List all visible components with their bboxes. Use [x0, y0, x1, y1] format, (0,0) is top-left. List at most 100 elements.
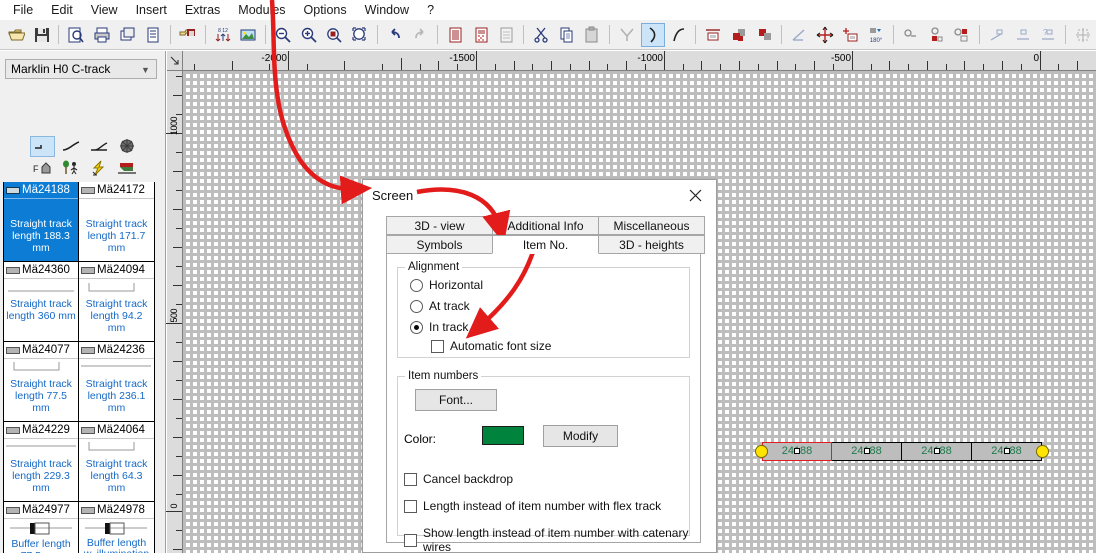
menu-item-options[interactable]: Options	[295, 1, 356, 19]
straight-track-icon[interactable]	[30, 135, 55, 157]
curve-track-icon[interactable]	[58, 136, 83, 157]
track-segment[interactable]: 24188	[762, 441, 832, 461]
align-icon[interactable]	[839, 23, 863, 47]
track-item-24978[interactable]: Mä24978 Buffer length w. illumination le…	[79, 502, 155, 553]
label-icon[interactable]	[701, 23, 725, 47]
copy-icon[interactable]	[555, 23, 579, 47]
report-icon[interactable]	[141, 23, 165, 47]
redo-icon[interactable]	[409, 23, 433, 47]
measure-icon[interactable]	[787, 23, 811, 47]
list-icon[interactable]	[443, 23, 467, 47]
menu-item-edit[interactable]: Edit	[42, 1, 82, 19]
save-icon[interactable]	[30, 23, 54, 47]
track-item-24977[interactable]: Mä24977 Buffer length 77.5 mm	[3, 502, 79, 553]
checkbox-icon[interactable]	[404, 472, 417, 486]
track-assembly[interactable]: 24188 24188 24188 24188	[755, 441, 1049, 461]
flex-track-icon[interactable]	[641, 22, 665, 47]
track-item-24360[interactable]: Mä24360 Straight track length 360 mm	[3, 262, 79, 342]
node-red-icon[interactable]	[925, 23, 949, 47]
turnout-icon[interactable]	[615, 23, 639, 47]
tab-additional-info[interactable]: Additional Info	[492, 216, 599, 235]
decoration-icon[interactable]	[114, 158, 139, 179]
radio-icon[interactable]	[410, 299, 423, 313]
tab-3d-view[interactable]: 3D - view	[386, 216, 493, 235]
track-item-24236[interactable]: Mä24236 Straight track length 236.1 mm	[79, 342, 155, 422]
height-flat-icon[interactable]	[1011, 23, 1035, 47]
paste-icon[interactable]	[581, 23, 605, 47]
turnout-icon[interactable]	[86, 136, 111, 157]
track-segment[interactable]: 24188	[902, 441, 972, 461]
radio-horizontal[interactable]: Horizontal	[410, 278, 483, 292]
node-square-icon[interactable]	[951, 23, 975, 47]
radio-in-track[interactable]: In track	[410, 320, 468, 334]
menu-item-modules[interactable]: Modules	[229, 1, 294, 19]
track-item-24077[interactable]: Mä24077 Straight track length 77.5 mm	[3, 342, 79, 422]
snap-icon[interactable]	[1071, 23, 1095, 47]
tab-symbols[interactable]: Symbols	[386, 235, 493, 254]
track-item-24064[interactable]: Mä24064 Straight track length 64.3 mm	[79, 422, 155, 502]
building-icon[interactable]: F	[30, 158, 55, 179]
radio-icon-selected[interactable]	[410, 320, 423, 334]
menu-item-insert[interactable]: Insert	[127, 1, 176, 19]
checkbox-length-instead-catenary[interactable]: Show length instead of item number with …	[404, 526, 689, 553]
picture-icon[interactable]	[236, 23, 260, 47]
list-checker-icon[interactable]	[469, 23, 493, 47]
checkbox-icon[interactable]	[404, 533, 417, 547]
font-button[interactable]: Font...	[415, 389, 497, 411]
track-item-24188[interactable]: Mä24188 Straight track length 188.3 mm	[3, 182, 79, 262]
open-icon[interactable]	[4, 23, 28, 47]
connect-icon[interactable]	[899, 23, 923, 47]
library-select[interactable]: Marklin H0 C-track ▼	[5, 59, 157, 79]
menu-item-extras[interactable]: Extras	[176, 1, 229, 19]
radio-at-track[interactable]: At track	[410, 299, 470, 313]
checkbox-cancel-backdrop[interactable]: Cancel backdrop	[404, 472, 513, 486]
rotate180-icon[interactable]: 180°	[864, 23, 888, 47]
curve-icon[interactable]	[667, 23, 691, 47]
print-icon[interactable]	[90, 23, 114, 47]
menu-item-view[interactable]: View	[82, 1, 127, 19]
close-icon[interactable]	[674, 180, 716, 210]
track-handle[interactable]	[794, 448, 800, 454]
radio-icon[interactable]	[410, 278, 423, 292]
screen-settings-dialog[interactable]: Screen 3D - view Additional Info Miscell…	[362, 179, 717, 553]
page-icon[interactable]	[495, 23, 519, 47]
track-item-24094[interactable]: Mä24094 Straight track length 94.2 mm	[79, 262, 155, 342]
ruler-origin-corner[interactable]	[167, 51, 183, 71]
checkbox-icon[interactable]	[431, 339, 444, 353]
undo-icon[interactable]	[383, 23, 407, 47]
track-handle[interactable]	[933, 448, 940, 454]
tab-3d-heights[interactable]: 3D - heights	[598, 235, 705, 254]
track-endpoint-node-left[interactable]	[755, 444, 768, 458]
modify-button[interactable]: Modify	[543, 425, 618, 447]
sort-icon[interactable]: 8 12	[211, 23, 235, 47]
zoom-selection-icon[interactable]	[323, 23, 347, 47]
tab-item-no[interactable]: Item No.	[492, 235, 599, 254]
checkbox-automatic-font-size[interactable]: Automatic font size	[431, 339, 551, 353]
zoom-out-icon[interactable]	[271, 23, 295, 47]
chevron-down-icon[interactable]: ▼	[139, 64, 152, 76]
figures-icon[interactable]	[58, 158, 83, 179]
print-preview-icon[interactable]	[64, 23, 88, 47]
checkbox-icon[interactable]	[404, 499, 417, 513]
track-item-24229[interactable]: Mä24229 Straight track length 229.3 mm	[3, 422, 79, 502]
track-item-24172[interactable]: Mä24172 Straight track length 171.7 mm	[79, 182, 155, 262]
track-segment[interactable]: 24188	[972, 441, 1042, 461]
track-handle[interactable]	[1003, 448, 1010, 454]
zoom-fit-icon[interactable]	[348, 23, 372, 47]
height-start-icon[interactable]	[985, 23, 1009, 47]
track-segment[interactable]: 24188	[832, 441, 902, 461]
cut-icon[interactable]	[529, 23, 553, 47]
height-query-icon[interactable]: ?	[1037, 23, 1061, 47]
menu-item-file[interactable]: File	[4, 1, 42, 19]
track-list[interactable]: Mä24188 Straight track length 188.3 mm M…	[3, 182, 155, 553]
track-handle[interactable]	[863, 448, 870, 454]
move-icon[interactable]	[813, 23, 837, 47]
image-export-icon[interactable]	[176, 23, 200, 47]
checkbox-length-instead-flex[interactable]: Length instead of item number with flex …	[404, 499, 661, 513]
dialog-title-bar[interactable]: Screen	[363, 180, 716, 210]
turntable-icon[interactable]	[114, 136, 139, 157]
track-endpoint-node-right[interactable]	[1036, 444, 1049, 458]
tab-miscellaneous[interactable]: Miscellaneous	[598, 216, 705, 235]
menu-item-help[interactable]: ?	[418, 1, 443, 19]
group-gray-icon[interactable]	[753, 23, 777, 47]
